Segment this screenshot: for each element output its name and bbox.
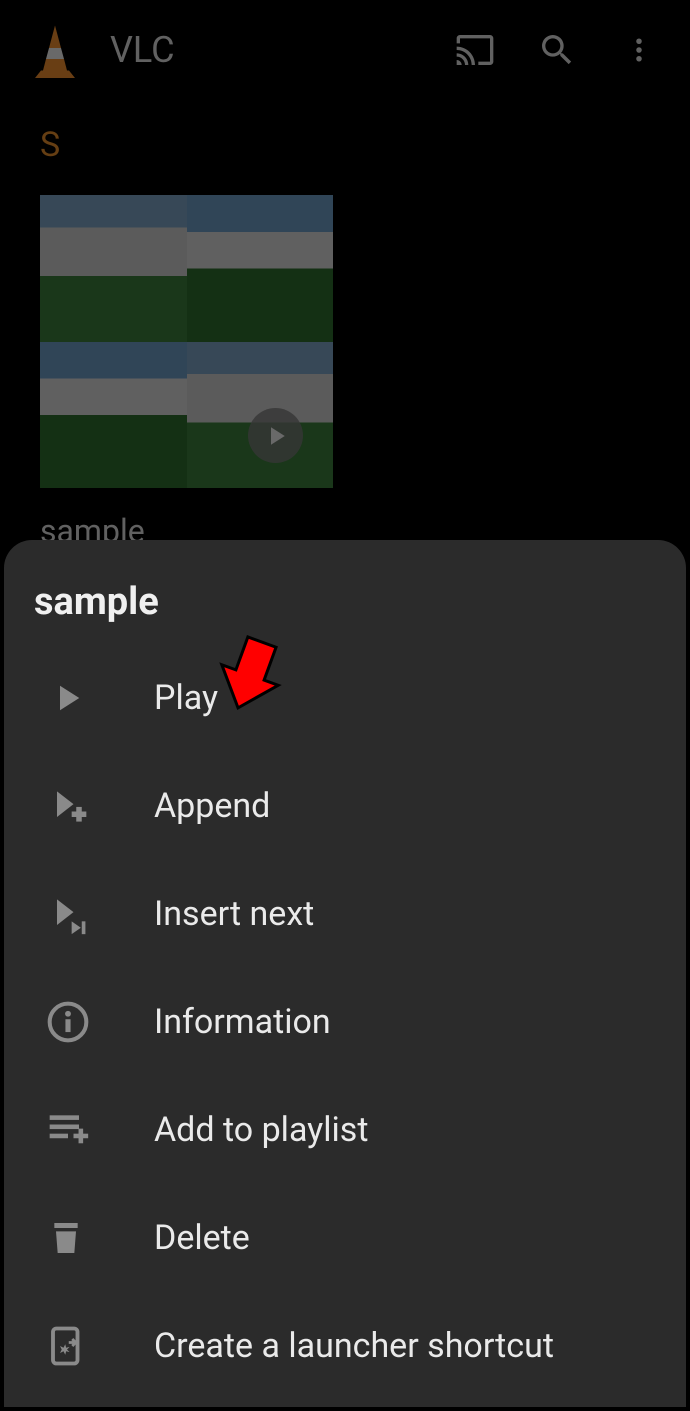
sheet-item-label: Play xyxy=(154,678,218,718)
context-sheet: sample Play Append Insert next xyxy=(4,540,686,1407)
sheet-item-delete[interactable]: Delete xyxy=(4,1184,686,1292)
playlist-add-icon xyxy=(46,1108,90,1152)
play-icon xyxy=(46,677,88,719)
sheet-item-label: Add to playlist xyxy=(154,1110,368,1150)
sheet-title: sample xyxy=(4,580,686,644)
trash-icon xyxy=(46,1218,86,1258)
sheet-item-launcher-shortcut[interactable]: Create a launcher shortcut xyxy=(4,1292,686,1400)
sheet-item-label: Insert next xyxy=(154,894,314,934)
sheet-item-insert-next[interactable]: Insert next xyxy=(4,860,686,968)
shortcut-icon xyxy=(46,1325,88,1367)
annotation-arrow xyxy=(215,635,285,715)
append-icon xyxy=(46,784,90,828)
sheet-item-add-to-playlist[interactable]: Add to playlist xyxy=(4,1076,686,1184)
sheet-item-append[interactable]: Append xyxy=(4,752,686,860)
sheet-item-information[interactable]: Information xyxy=(4,968,686,1076)
sheet-item-label: Create a launcher shortcut xyxy=(154,1326,554,1366)
info-icon xyxy=(46,1000,90,1044)
sheet-item-label: Append xyxy=(154,786,270,826)
insert-next-icon xyxy=(46,892,90,936)
sheet-item-label: Information xyxy=(154,1002,331,1042)
sheet-item-play[interactable]: Play xyxy=(4,644,686,752)
sheet-item-label: Delete xyxy=(154,1218,250,1258)
